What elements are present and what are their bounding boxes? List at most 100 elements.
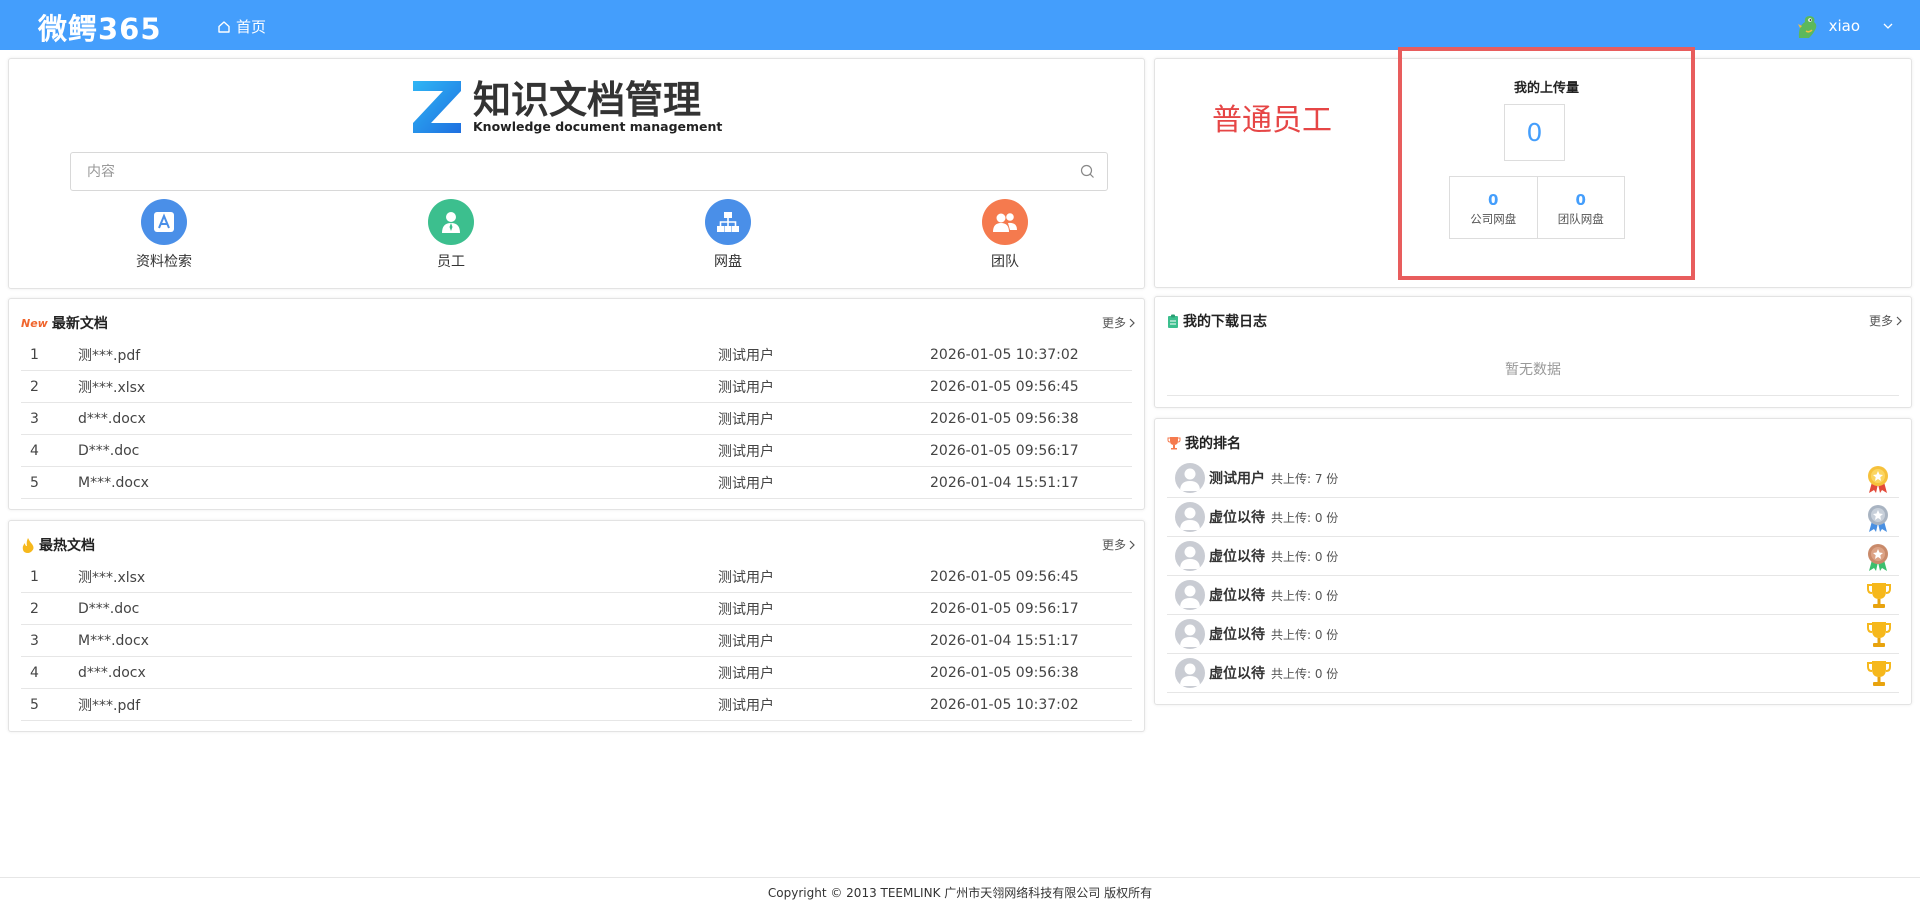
team-disk-stat[interactable]: 0 团队网盘 <box>1536 177 1625 238</box>
upload-count[interactable]: 0 <box>1504 104 1565 161</box>
upload-time: 2026-01-05 09:56:45 <box>930 568 1079 585</box>
table-row[interactable]: 3 M***.docx 测试用户 2026-01-04 15:51:17 <box>21 625 1132 657</box>
table-row[interactable]: 1 测***.xlsx 测试用户 2026-01-05 09:56:45 <box>21 561 1132 593</box>
highlight-box: 我的上传量 0 0 公司网盘 0 团队网盘 <box>1398 47 1695 280</box>
team-disk-label: 团队网盘 <box>1557 212 1604 226</box>
latest-docs-more-link[interactable]: 更多 <box>1102 314 1136 331</box>
rank-row: 虚位以待 共上传: 0 份 <box>1167 615 1899 654</box>
empty-state-text: 暂无数据 <box>1505 362 1561 378</box>
upload-time: 2026-01-05 09:56:38 <box>930 664 1079 681</box>
quick-link-label: 网盘 <box>714 254 742 270</box>
table-row[interactable]: 5 测***.pdf 测试用户 2026-01-05 10:37:02 <box>21 689 1132 721</box>
quick-link-search-docs[interactable]: 资料检索 <box>104 199 224 271</box>
rank-row: 虚位以待 共上传: 0 份 <box>1167 654 1899 693</box>
table-row[interactable]: 4 d***.docx 测试用户 2026-01-05 09:56:38 <box>21 657 1132 689</box>
hot-docs-title: 最热文档 <box>39 538 95 554</box>
rank-upload-count: 共上传: 0 份 <box>1271 588 1339 603</box>
doc-name[interactable]: D***.doc <box>78 443 718 459</box>
hot-docs-header: 最热文档 <box>21 535 95 555</box>
footer: Copyright © 2013 TEEMLINK 广州市天翎网络科技有限公司 … <box>0 877 1920 910</box>
rank-row: 虚位以待 共上传: 0 份 <box>1167 537 1899 576</box>
table-row[interactable]: 2 测***.xlsx 测试用户 2026-01-05 09:56:45 <box>21 371 1132 403</box>
rank-upload-count: 共上传: 0 份 <box>1271 627 1339 642</box>
silver-medal-icon <box>1863 503 1893 537</box>
quick-link-network-disk[interactable]: 网盘 <box>668 199 788 271</box>
uploader-name: 测试用户 <box>718 443 774 460</box>
quick-link-team[interactable]: 团队 <box>945 199 1065 271</box>
doc-name[interactable]: M***.docx <box>78 475 718 491</box>
download-log-more-link[interactable]: 更多 <box>1869 312 1903 329</box>
user-avatar-icon <box>1175 541 1205 571</box>
chevron-right-icon <box>1129 540 1135 549</box>
table-row[interactable]: 4 D***.doc 测试用户 2026-01-05 09:56:17 <box>21 435 1132 467</box>
new-badge-icon: New <box>21 316 48 330</box>
table-row[interactable]: 1 测***.pdf 测试用户 2026-01-05 10:37:02 <box>21 339 1132 371</box>
chevron-down-icon <box>1883 23 1893 29</box>
search-box <box>70 152 1108 191</box>
row-index: 2 <box>30 378 39 395</box>
table-row[interactable]: 2 D***.doc 测试用户 2026-01-05 09:56:17 <box>21 593 1132 625</box>
upload-time: 2026-01-05 09:56:38 <box>930 410 1079 427</box>
rank-row: 测试用户 共上传: 7 份 <box>1167 459 1899 498</box>
divider <box>1167 395 1899 396</box>
table-row[interactable]: 3 d***.docx 测试用户 2026-01-05 09:56:38 <box>21 403 1132 435</box>
doc-name[interactable]: 测***.pdf <box>78 345 718 365</box>
logo-title: 知识文档管理 <box>473 78 702 122</box>
user-avatar-icon <box>1175 619 1205 649</box>
search-icon[interactable] <box>1080 164 1095 179</box>
rank-upload-count: 共上传: 7 份 <box>1271 471 1339 486</box>
logo-subtitle: Knowledge document management <box>473 119 723 134</box>
doc-name[interactable]: D***.doc <box>78 601 718 617</box>
row-index: 3 <box>30 410 39 427</box>
ranking-header: 我的排名 <box>1167 433 1241 453</box>
network-disk-icon <box>705 199 751 245</box>
doc-name[interactable]: 测***.pdf <box>78 695 718 715</box>
search-input[interactable] <box>71 153 1107 190</box>
rank-row: 虚位以待 共上传: 0 份 <box>1167 498 1899 537</box>
company-disk-stat[interactable]: 0 公司网盘 <box>1450 177 1537 238</box>
uploader-name: 测试用户 <box>718 379 774 396</box>
doc-name[interactable]: M***.docx <box>78 633 718 649</box>
quick-link-label: 团队 <box>991 254 1019 270</box>
download-log-title: 我的下载日志 <box>1183 314 1267 330</box>
nav-home-label: 首页 <box>236 18 267 36</box>
gold-medal-icon <box>1863 464 1893 498</box>
bronze-medal-icon <box>1863 542 1893 576</box>
doc-name[interactable]: 测***.xlsx <box>78 567 718 587</box>
uploader-name: 测试用户 <box>718 411 774 428</box>
row-index: 2 <box>30 600 39 617</box>
brand-logo[interactable]: 微鳄365 <box>38 6 162 48</box>
employee-icon <box>428 199 474 245</box>
doc-name[interactable]: d***.docx <box>78 665 718 681</box>
rank-upload-count: 共上传: 0 份 <box>1271 510 1339 525</box>
doc-name[interactable]: 测***.xlsx <box>78 377 718 397</box>
ranking-title: 我的排名 <box>1185 436 1241 452</box>
user-avatar-icon <box>1175 658 1205 688</box>
top-navbar: 微鳄365 首页 xiao <box>0 0 1920 50</box>
company-disk-count: 0 <box>1488 191 1499 209</box>
hot-docs-panel: 最热文档 更多 1 测***.xlsx 测试用户 2026-01-05 09:56:4… <box>8 520 1145 732</box>
quick-link-label: 资料检索 <box>136 254 192 270</box>
more-label: 更多 <box>1101 316 1126 330</box>
upload-title: 我的上传量 <box>1513 81 1579 96</box>
upload-time: 2026-01-04 15:51:17 <box>930 632 1079 649</box>
quick-link-employee[interactable]: 员工 <box>391 199 511 271</box>
upload-time: 2026-01-04 15:51:17 <box>930 474 1079 491</box>
uploader-name: 测试用户 <box>718 347 774 364</box>
upload-time: 2026-01-05 09:56:17 <box>930 600 1079 617</box>
rank-user-name: 虚位以待 <box>1209 510 1265 526</box>
row-index: 5 <box>30 696 39 713</box>
doc-name[interactable]: d***.docx <box>78 411 718 427</box>
rank-user-name: 虚位以待 <box>1209 666 1265 682</box>
table-row[interactable]: 5 M***.docx 测试用户 2026-01-04 15:51:17 <box>21 467 1132 499</box>
row-index: 4 <box>30 664 39 681</box>
quick-link-label: 员工 <box>437 254 465 270</box>
rank-user-name: 虚位以待 <box>1209 588 1265 604</box>
hot-docs-more-link[interactable]: 更多 <box>1102 536 1136 553</box>
user-menu[interactable]: xiao <box>1793 12 1894 40</box>
role-label: 普通员工 <box>1212 103 1332 138</box>
uploader-name: 测试用户 <box>718 633 774 650</box>
nav-home-link[interactable]: 首页 <box>217 16 266 37</box>
team-icon <box>982 199 1028 245</box>
latest-docs-title: 最新文档 <box>51 316 108 332</box>
